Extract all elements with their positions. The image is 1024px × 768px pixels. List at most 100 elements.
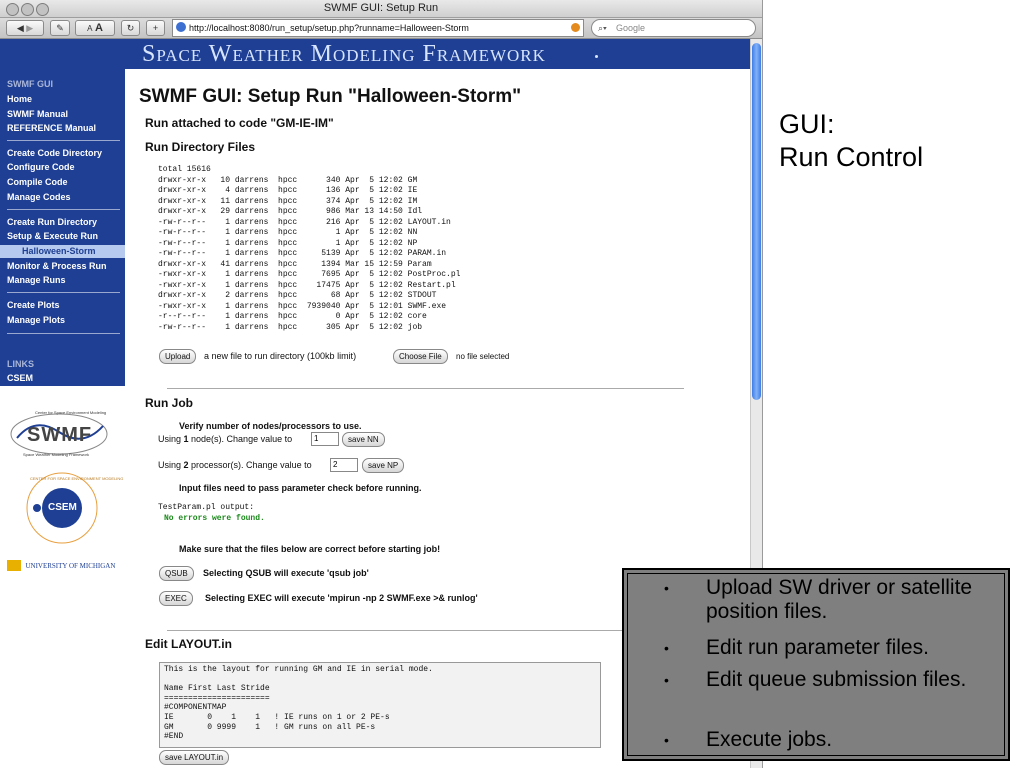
upload-button[interactable]: Upload	[159, 349, 197, 364]
text-larger-label[interactable]: A	[95, 22, 103, 34]
scrollbar-thumb[interactable]	[752, 43, 761, 400]
edit-bookmark-button[interactable]: ✎	[50, 20, 70, 36]
search-icon[interactable]: ⌕▾	[598, 20, 607, 36]
nn-input[interactable]: 1	[311, 432, 339, 446]
param-check-text: Input files need to pass parameter check…	[179, 483, 422, 493]
upload-description: a new file to run directory (100kb limit…	[204, 351, 357, 361]
bullet-item: Edit queue submission files.	[706, 668, 967, 691]
reload-button[interactable]: ↻	[121, 20, 140, 36]
url-text[interactable]: http://localhost:8080/run_setup/setup.ph…	[189, 20, 469, 36]
csem-logo-ring-text: CENTER FOR SPACE ENVIRONMENT MODELING	[30, 476, 124, 481]
sidebar-link-csem[interactable]: CSEM	[7, 373, 33, 383]
sidebar-divider	[7, 140, 120, 141]
sidebar-item-manage-plots[interactable]: Manage Plots	[7, 315, 65, 325]
swmf-logo-subtitle: Space Weather Modeling Framework	[23, 452, 89, 457]
qsub-button[interactable]: QSUB	[159, 566, 194, 581]
sidebar-item-halloween-storm[interactable]: Halloween-Storm	[0, 245, 125, 258]
sidebar-item-swmf-manual[interactable]: SWMF Manual	[7, 109, 68, 119]
swmf-logo-ring-text: Center for Space Environment Modeling	[35, 410, 107, 415]
layout-textarea[interactable]: This is the layout for running GM and IE…	[159, 662, 601, 748]
layout-line: #COMPONENTMAP	[164, 703, 227, 713]
sidebar-item-setup-execute-run[interactable]: Setup & Execute Run	[7, 231, 98, 241]
address-bar[interactable]: http://localhost:8080/run_setup/setup.ph…	[172, 19, 584, 37]
listing-row: -rwxr-xr-x 1 darrens hpcc 7939040 Apr 5 …	[158, 301, 447, 311]
testparam-result: No errors were found.	[164, 514, 265, 523]
banner-title: Space Weather Modeling Framework	[142, 41, 546, 67]
sidebar-item-monitor-process-run[interactable]: Monitor & Process Run	[7, 261, 107, 271]
bullet-icon: •	[664, 732, 669, 748]
exec-button[interactable]: EXEC	[159, 591, 193, 606]
listing-row: -rwxr-xr-x 1 darrens hpcc 17475 Apr 5 12…	[158, 280, 456, 290]
choose-file-button[interactable]: Choose File	[393, 349, 448, 364]
sidebar-item-create-plots[interactable]: Create Plots	[7, 300, 60, 310]
page-title-text: SWMF GUI: Setup Run "Halloween-Storm"	[139, 86, 522, 107]
umich-logo-text: UNIVERSITY OF MICHIGAN	[25, 561, 116, 570]
back-forward-buttons[interactable]: ◀ ▶	[6, 20, 44, 36]
bullet-item: Execute jobs.	[706, 728, 833, 751]
save-layout-button[interactable]: save LAYOUT.in	[159, 750, 230, 765]
files-correct-warning: Make sure that the files below are corre…	[179, 544, 441, 554]
bullet-item: Upload SW driver or satellite position f…	[706, 576, 973, 623]
listing-row: drwxr-xr-x 41 darrens hpcc 1394 Mar 15 1…	[158, 259, 432, 269]
swmf-logo-name: SWMF	[27, 424, 93, 446]
layout-line: #END	[164, 732, 184, 742]
back-icon[interactable]: ◀	[17, 23, 24, 33]
listing-row: drwxr-xr-x 4 darrens hpcc 136 Apr 5 12:0…	[158, 186, 418, 195]
exec-description: Selecting EXEC will execute 'mpirun -np …	[205, 593, 478, 603]
window-title: SWMF GUI: Setup Run	[323, 2, 439, 14]
text-size-buttons[interactable]: A A	[75, 20, 115, 36]
processors-prefix: Using	[158, 460, 184, 470]
bullet-icon: •	[664, 640, 669, 656]
add-bookmark-button[interactable]: +	[146, 20, 165, 36]
umich-block-m-icon	[7, 560, 21, 572]
no-file-selected-text: no file selected	[456, 352, 510, 361]
sidebar-item-create-code-directory[interactable]: Create Code Directory	[7, 148, 102, 158]
sidebar-divider	[7, 209, 120, 210]
listing-row: -rw-r--r-- 1 darrens hpcc 1 Apr 5 12:02 …	[158, 238, 418, 248]
page-title: SWMF GUI: Setup Run "Halloween-Storm"	[139, 86, 521, 108]
browser-toolbar: ◀ ▶ ✎ A A ↻ + http://localhost:8080/run_…	[0, 18, 762, 39]
sidebar-item-reference-manual[interactable]: REFERENCE Manual	[7, 123, 96, 133]
sidebar-item-create-run-directory[interactable]: Create Run Directory	[7, 217, 97, 227]
save-nn-button[interactable]: save NN	[342, 432, 385, 447]
site-banner: Space Weather Modeling Framework	[0, 39, 750, 69]
processors-line: Using 2 processor(s). Change value to	[158, 460, 312, 470]
listing-row: drwxr-xr-x 2 darrens hpcc 68 Apr 5 12:02…	[158, 291, 437, 300]
slide-title-line-1: GUI:	[779, 109, 835, 139]
listing-row: -rw-r--r-- 1 darrens hpcc 305 Apr 5 12:0…	[158, 322, 423, 332]
listing-row: -rw-r--r-- 1 darrens hpcc 1 Apr 5 12:02 …	[158, 228, 418, 237]
layout-line: This is the layout for running GM and IE…	[164, 665, 433, 674]
save-np-button[interactable]: save NP	[362, 458, 405, 473]
slide-bullet-box: • Upload SW driver or satellite position…	[622, 568, 1010, 761]
banner-star-icon	[595, 55, 598, 58]
sidebar-item-configure-code[interactable]: Configure Code	[7, 162, 75, 172]
search-placeholder: Google	[616, 23, 646, 33]
slide-title-line-2: Run Control	[779, 142, 924, 172]
csem-logo: CSEM CENTER FOR SPACE ENVIRONMENT MODELI…	[22, 470, 123, 546]
listing-row: -r--r--r-- 1 darrens hpcc 0 Apr 5 12:02 …	[158, 312, 427, 321]
layout-line: Name First Last Stride	[164, 684, 270, 694]
processors-suffix: processor(s). Change value to	[188, 460, 312, 470]
testparam-label: TestParam.pl output:	[158, 503, 255, 512]
sidebar-divider	[7, 292, 120, 293]
forward-icon[interactable]: ▶	[26, 23, 33, 33]
sidebar-item-compile-code[interactable]: Compile Code	[7, 177, 68, 187]
np-input[interactable]: 2	[330, 458, 358, 472]
slide-title: GUI: Run Control	[779, 108, 923, 174]
listing-row: -rw-r--r-- 1 darrens hpcc 216 Apr 5 12:0…	[158, 217, 451, 227]
rss-icon[interactable]	[571, 23, 580, 32]
verify-nodes-text: Verify number of nodes/processors to use…	[179, 421, 362, 431]
site-favicon-icon	[176, 22, 186, 32]
sidebar-item-manage-codes[interactable]: Manage Codes	[7, 192, 71, 202]
listing-row: -rwxr-xr-x 1 darrens hpcc 7695 Apr 5 12:…	[158, 270, 461, 279]
reload-icon: ↻	[126, 23, 135, 33]
section-divider	[167, 388, 684, 389]
layout-line: ======================	[164, 693, 270, 703]
listing-row: drwxr-xr-x 29 darrens hpcc 986 Mar 13 14…	[158, 207, 423, 216]
sidebar-item-home[interactable]: Home	[7, 94, 32, 104]
sidebar-item-manage-runs[interactable]: Manage Runs	[7, 275, 66, 285]
text-smaller-label[interactable]: A	[87, 24, 92, 33]
umich-logo: UNIVERSITY OF MICHIGAN	[7, 557, 115, 575]
search-field[interactable]: ⌕▾ Google	[591, 19, 756, 37]
bullet-icon: •	[664, 580, 669, 596]
